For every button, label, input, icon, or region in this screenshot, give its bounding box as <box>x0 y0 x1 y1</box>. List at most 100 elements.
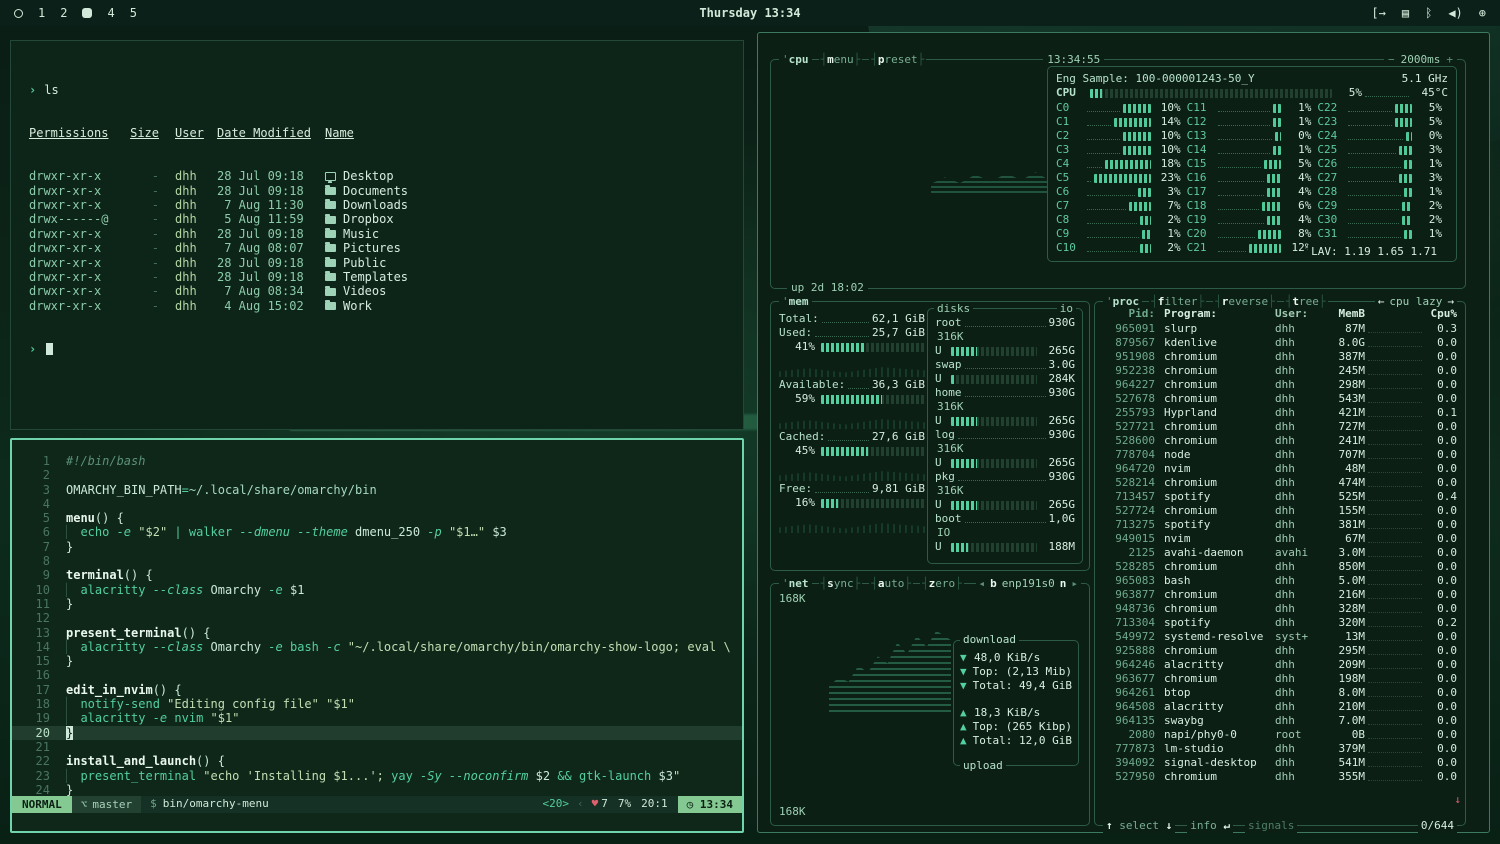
line-number: 6 <box>12 525 66 539</box>
process-row[interactable]: 527950chromiumdhh355M0.0 <box>1103 770 1457 784</box>
cpu-panel-title[interactable]: 'cpu <box>779 53 812 67</box>
menu-button[interactable]: menu <box>819 53 863 67</box>
process-row[interactable]: 713304spotifydhh320M0.2 <box>1103 616 1457 630</box>
network-icon[interactable]: ▤ <box>1402 6 1409 20</box>
editor-line[interactable]: 18▏ notify-send "Editing config file" "$… <box>12 697 742 711</box>
iface-prev-button[interactable]: b <box>990 577 997 591</box>
interval-decrease-button[interactable]: − <box>1388 53 1395 67</box>
editor-line[interactable]: 22install_and_launch() { <box>12 754 742 768</box>
file-row: drwxr-xr-x-dhh28 Jul 09:18Documents <box>29 184 743 198</box>
mem-panel-title[interactable]: 'mem <box>779 295 812 309</box>
process-row[interactable]: 964227chromiumdhh298M0.0 <box>1103 378 1457 392</box>
auto-button[interactable]: auto <box>869 577 913 591</box>
process-row[interactable]: 964720nvimdhh48M0.0 <box>1103 462 1457 476</box>
workspace-5[interactable]: 5 <box>130 0 137 26</box>
process-row[interactable]: 713275spotifydhh381M0.0 <box>1103 518 1457 532</box>
iface-next-button[interactable]: n <box>1060 577 1067 591</box>
editor-line[interactable]: 16 <box>12 668 742 682</box>
editor-line[interactable]: 19▏ alacritty -e nvim "$1" <box>12 711 742 725</box>
process-row[interactable]: 879567kdenlivedhh8.0G0.0 <box>1103 336 1457 350</box>
desktop-icon <box>325 172 336 181</box>
process-row[interactable]: 528214chromiumdhh474M0.0 <box>1103 476 1457 490</box>
core-id: C9 <box>1056 227 1084 241</box>
editor-line[interactable]: 23▏ present_terminal "echo 'Installing $… <box>12 769 742 783</box>
process-row[interactable]: 778704nodedhh707M0.0 <box>1103 448 1457 462</box>
header-user[interactable]: User: <box>1267 307 1319 321</box>
sync-button[interactable]: sync <box>819 577 863 591</box>
editor-line[interactable]: 20} <box>12 726 742 740</box>
workspace-4[interactable]: 4 <box>107 0 114 26</box>
process-row[interactable]: 2080napi/phy0-0root0B0.0 <box>1103 728 1457 742</box>
process-row[interactable]: 2125avahi-daemonavahi3.0M0.0 <box>1103 546 1457 560</box>
disks-title[interactable]: disks <box>934 302 973 316</box>
editor-line[interactable]: 1#!/bin/bash <box>12 454 742 468</box>
info-button[interactable]: info ↵ <box>1187 819 1233 833</box>
workspace-active-indicator[interactable] <box>82 8 92 18</box>
process-row[interactable]: 949015nvimdhh67M0.0 <box>1103 532 1457 546</box>
process-row[interactable]: 964135swaybgdhh7.0M0.0 <box>1103 714 1457 728</box>
process-row[interactable]: 963677chromiumdhh198M0.0 <box>1103 672 1457 686</box>
process-row[interactable]: 255793Hyprlanddhh421M0.1 <box>1103 406 1457 420</box>
git-branch[interactable]: ⌥master <box>72 796 141 813</box>
logout-icon[interactable]: [→ <box>1371 6 1385 20</box>
process-row[interactable]: 963877chromiumdhh216M0.0 <box>1103 588 1457 602</box>
editor-line[interactable]: 2 <box>12 468 742 482</box>
process-row[interactable]: 925888chromiumdhh295M0.0 <box>1103 644 1457 658</box>
process-row[interactable]: 777873lm-studiodhh379M0.0 <box>1103 742 1457 756</box>
process-pid: 963877 <box>1103 588 1155 602</box>
editor-line[interactable]: 17edit_in_nvim() { <box>12 683 742 697</box>
process-row[interactable]: 952238chromiumdhh245M0.0 <box>1103 364 1457 378</box>
net-panel-title[interactable]: 'net <box>779 577 812 591</box>
signals-button[interactable]: signals <box>1245 819 1297 833</box>
header-mem[interactable]: MemB <box>1319 307 1365 321</box>
editor-line[interactable]: 3OMARCHY_BIN_PATH=~/.local/share/omarchy… <box>12 483 742 497</box>
editor-line[interactable]: 9terminal() { <box>12 568 742 582</box>
io-mode-button[interactable]: io <box>1057 302 1076 316</box>
process-row[interactable]: 965083bashdhh5.0M0.0 <box>1103 574 1457 588</box>
process-row[interactable]: 528600chromiumdhh241M0.0 <box>1103 434 1457 448</box>
workspace-1[interactable]: 1 <box>38 0 45 26</box>
header-cpu[interactable]: Cpu% <box>1425 307 1457 321</box>
editor-line[interactable]: 24} <box>12 783 742 797</box>
mem-history-graph <box>779 355 925 377</box>
process-row[interactable]: 964508alacrittydhh210M0.0 <box>1103 700 1457 714</box>
editor-line[interactable]: 10▏ alacritty --class Omarchy -e $1 <box>12 583 742 597</box>
process-row[interactable]: 948736chromiumdhh328M0.0 <box>1103 602 1457 616</box>
process-row[interactable]: 528285chromiumdhh850M0.0 <box>1103 560 1457 574</box>
bluetooth-icon[interactable]: ᛒ <box>1425 6 1432 20</box>
process-row[interactable]: 965091slurpdhh87M0.3 <box>1103 322 1457 336</box>
editor-line[interactable]: 14▏ alacritty --class Omarchy -e bash -c… <box>12 640 742 654</box>
process-row[interactable]: 394092signal-desktopdhh541M0.0 <box>1103 756 1457 770</box>
process-row[interactable]: 527721chromiumdhh727M0.0 <box>1103 420 1457 434</box>
zero-button[interactable]: zero <box>920 577 964 591</box>
interval-increase-button[interactable]: + <box>1446 53 1453 67</box>
editor-line[interactable]: 8 <box>12 554 742 568</box>
editor-line[interactable]: 5menu() { <box>12 511 742 525</box>
editor-line[interactable]: 11} <box>12 597 742 611</box>
editor-line[interactable]: 6▏ echo -e "$2" | walker --dmenu --theme… <box>12 525 742 539</box>
editor-line[interactable]: 15} <box>12 654 742 668</box>
editor-line[interactable]: 21 <box>12 740 742 754</box>
header-program[interactable]: Program: <box>1155 307 1267 321</box>
scroll-down-indicator[interactable]: ↓ <box>1454 793 1461 807</box>
process-row[interactable]: 964261btopdhh8.0M0.0 <box>1103 686 1457 700</box>
editor-line[interactable]: 12 <box>12 611 742 625</box>
preset-button[interactable]: preset <box>869 53 926 67</box>
process-row[interactable]: 951908chromiumdhh387M0.0 <box>1103 350 1457 364</box>
editor-line[interactable]: 7} <box>12 540 742 554</box>
editor-line[interactable]: 4 <box>12 497 742 511</box>
process-row[interactable]: 964246alacrittydhh209M0.0 <box>1103 658 1457 672</box>
globe-icon[interactable]: ⊕ <box>1479 6 1486 20</box>
process-row[interactable]: 549972systemd-resolvesyst+13M0.0 <box>1103 630 1457 644</box>
editor-line[interactable]: 13present_terminal() { <box>12 626 742 640</box>
header-pid[interactable]: Pid: <box>1103 307 1155 321</box>
workspace-circle-indicator[interactable] <box>14 9 23 18</box>
process-row[interactable]: 527678chromiumdhh543M0.0 <box>1103 392 1457 406</box>
process-row[interactable]: 527724chromiumdhh155M0.0 <box>1103 504 1457 518</box>
file-flag-icon: $ <box>150 797 157 810</box>
terminal-new-prompt[interactable]: › <box>29 342 743 356</box>
process-row[interactable]: 713457spotifydhh525M0.4 <box>1103 490 1457 504</box>
volume-icon[interactable]: ◀) <box>1448 6 1462 20</box>
workspace-2[interactable]: 2 <box>60 0 67 26</box>
select-control[interactable]: ↑ select ↓ <box>1103 819 1175 833</box>
